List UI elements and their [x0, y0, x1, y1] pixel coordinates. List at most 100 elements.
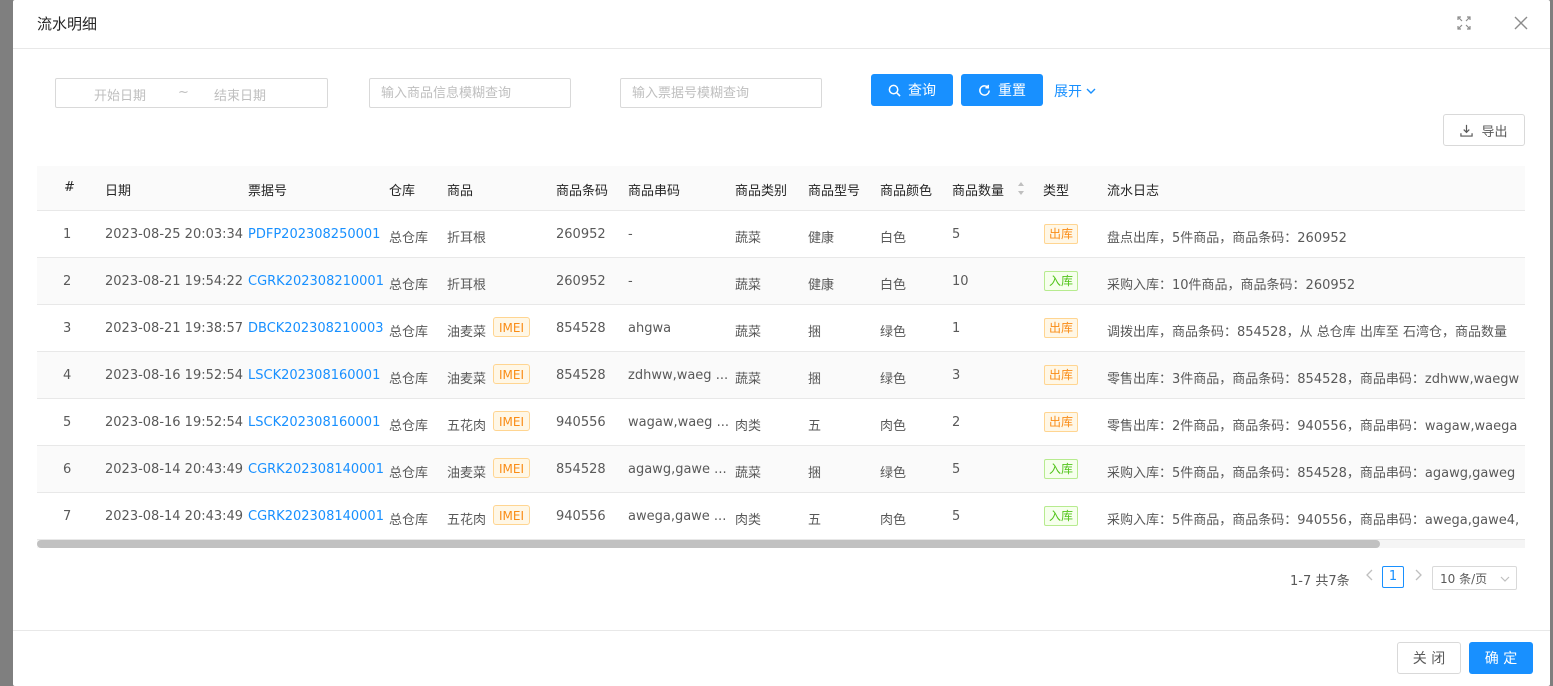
- cell-barcode: 854528: [556, 321, 606, 336]
- ok-button[interactable]: 确 定: [1469, 642, 1533, 674]
- cell-quantity: 5: [952, 462, 961, 477]
- start-date-placeholder[interactable]: 开始日期: [94, 85, 146, 104]
- cell-model: 五: [808, 419, 822, 434]
- close-button[interactable]: 关 闭: [1397, 642, 1461, 674]
- cell-date: 2023-08-14 20:43:49: [105, 509, 244, 524]
- cell-color: 绿色: [880, 466, 907, 481]
- reset-button[interactable]: 重置: [961, 74, 1043, 106]
- imei-badge: IMEI: [493, 317, 531, 337]
- cell-index: 2: [63, 274, 72, 289]
- table-row: 5 2023-08-16 19:52:54 LSCK202308160001 总仓库 五…: [37, 399, 1525, 446]
- cell-warehouse: 总仓库: [389, 466, 429, 481]
- cell-ticket[interactable]: DBCK202308210003: [248, 321, 384, 336]
- sort-icon[interactable]: [1017, 181, 1025, 196]
- cell-date: 2023-08-16 19:52:54: [105, 368, 244, 383]
- export-label: 导出: [1481, 124, 1508, 140]
- cell-quantity: 1: [952, 321, 961, 336]
- cell-category: 蔬菜: [735, 231, 762, 246]
- cell-ticket[interactable]: CGRK202308210001: [248, 274, 384, 289]
- cell-index: 4: [63, 368, 72, 383]
- page-size-value: 10 条/页: [1440, 572, 1488, 586]
- download-icon: [1460, 124, 1474, 137]
- col-index: #: [64, 180, 75, 195]
- cell-product: 五花肉: [447, 513, 487, 528]
- expand-label: 展开: [1054, 84, 1082, 100]
- cell-model: 捆: [808, 372, 822, 387]
- cell-serial: -: [628, 227, 633, 242]
- horizontal-scrollbar[interactable]: [37, 540, 1525, 548]
- cell-color: 绿色: [880, 325, 907, 340]
- cell-product: 五花肉: [447, 419, 487, 434]
- cell-ticket[interactable]: CGRK202308140001: [248, 462, 384, 477]
- cell-serial: wagaw,waeg ...: [628, 415, 729, 430]
- col-ticket: 票据号: [248, 184, 288, 199]
- search-button-label: 查询: [908, 83, 936, 99]
- export-button[interactable]: 导出: [1443, 114, 1525, 146]
- cell-barcode: 940556: [556, 509, 606, 524]
- col-model: 商品型号: [808, 184, 861, 199]
- type-tag: 出库: [1044, 365, 1079, 385]
- cell-log: 零售出库：2件商品，商品条码：940556，商品串码：wagaw,waega: [1107, 419, 1518, 434]
- end-date-placeholder[interactable]: 结束日期: [214, 85, 266, 104]
- product-search-input[interactable]: [369, 78, 571, 108]
- cell-color: 白色: [880, 231, 907, 246]
- flow-detail-modal: 流水明细 开始日期 ~ 结束日期 查询 重置 展开 导出 # 日期: [13, 0, 1550, 686]
- prev-page-button[interactable]: [1365, 568, 1375, 586]
- imei-badge: IMEI: [493, 364, 531, 384]
- col-quantity[interactable]: 商品数量: [952, 180, 1004, 199]
- cell-ticket[interactable]: LSCK202308160001: [248, 415, 380, 430]
- cell-product: 折耳根: [447, 231, 487, 246]
- fullscreen-icon[interactable]: [1453, 12, 1475, 34]
- chevron-down-icon: [1086, 88, 1096, 94]
- date-range-picker[interactable]: 开始日期 ~ 结束日期: [55, 78, 328, 108]
- cell-index: 3: [63, 321, 72, 336]
- close-icon[interactable]: [1510, 12, 1532, 34]
- filter-bar: 开始日期 ~ 结束日期: [13, 78, 1550, 110]
- cell-model: 五: [808, 513, 822, 528]
- imei-badge: IMEI: [493, 458, 531, 478]
- col-date: 日期: [105, 184, 132, 199]
- col-serial: 商品串码: [628, 184, 681, 199]
- next-page-button[interactable]: [1413, 568, 1423, 586]
- cell-ticket[interactable]: CGRK202308140001: [248, 509, 384, 524]
- cell-color: 肉色: [880, 513, 907, 528]
- table-header: # 日期 票据号 仓库 商品 商品条码 商品串码 商品类别 商品型号 商品颜色 …: [37, 166, 1525, 211]
- cell-category: 蔬菜: [735, 325, 762, 340]
- cell-ticket[interactable]: LSCK202308160001: [248, 368, 380, 383]
- cell-model: 捆: [808, 466, 822, 481]
- page-size-select[interactable]: 10 条/页: [1432, 566, 1517, 590]
- cell-quantity: 5: [952, 509, 961, 524]
- imei-badge: IMEI: [493, 411, 531, 431]
- type-tag: 入库: [1044, 459, 1079, 479]
- cell-barcode: 940556: [556, 415, 606, 430]
- expand-toggle[interactable]: 展开: [1054, 81, 1097, 101]
- cell-ticket[interactable]: PDFP202308250001: [248, 227, 380, 242]
- cell-product: 油麦菜: [447, 325, 487, 340]
- type-tag: 出库: [1044, 412, 1079, 432]
- table-row: 7 2023-08-14 20:43:49 CGRK202308140001 总仓库 五…: [37, 493, 1525, 540]
- cell-log: 调拨出库，商品条码：854528，从 总仓库 出库至 石湾仓，商品数量: [1107, 325, 1508, 340]
- modal-title: 流水明细: [37, 15, 98, 33]
- chevron-right-icon: [1415, 569, 1422, 581]
- col-log: 流水日志: [1107, 184, 1160, 199]
- cell-serial: ahgwa: [628, 321, 672, 336]
- ticket-search-input[interactable]: [620, 78, 822, 108]
- cell-log: 零售出库：3件商品，商品条码：854528，商品串码：zdhww,waegw: [1107, 372, 1520, 387]
- modal-footer: 关 闭 确 定: [13, 630, 1550, 686]
- table-row: 6 2023-08-14 20:43:49 CGRK202308140001 总仓库 油…: [37, 446, 1525, 493]
- cell-model: 健康: [808, 278, 835, 293]
- cell-category: 蔬菜: [735, 278, 762, 293]
- cell-quantity: 3: [952, 368, 961, 383]
- type-tag: 出库: [1044, 318, 1079, 338]
- cell-warehouse: 总仓库: [389, 231, 429, 246]
- page-item-1[interactable]: 1: [1382, 566, 1404, 588]
- type-tag: 入库: [1044, 506, 1079, 526]
- search-icon: [888, 84, 901, 97]
- search-button[interactable]: 查询: [871, 74, 953, 106]
- pagination-summary: 1-7 共7条: [1290, 574, 1350, 589]
- cell-color: 肉色: [880, 419, 907, 434]
- scrollbar-thumb[interactable]: [37, 540, 1380, 548]
- cell-log: 采购入库：10件商品，商品条码：260952: [1107, 278, 1356, 293]
- cell-category: 蔬菜: [735, 466, 762, 481]
- cell-barcode: 260952: [556, 274, 606, 289]
